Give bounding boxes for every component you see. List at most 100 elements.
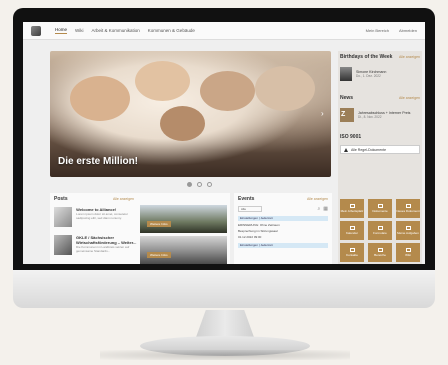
search-icon[interactable]: ⌕ [317,206,320,212]
top-right-links: Mein Bereich Abmelden [366,28,417,33]
iso-box-text: Alle Regel-Dokumente [351,147,387,152]
post-item[interactable]: GKLE / Sächsischer Wirtschaftsförderung … [54,235,140,255]
post-text: Lorem ipsum dolor sit amet, consetetur s… [76,212,129,220]
events-header: Events Alle anzeigen [234,193,332,202]
calendar-icon [349,225,355,230]
tile-label: Wiki [405,252,411,257]
tile-label: Neues Dokument [396,208,420,213]
birthdays-more-link[interactable]: Alle anzeigen [399,55,420,59]
tile-areas[interactable]: Bereiche [368,243,392,262]
birthdays-title: Birthdays of the Week [340,54,393,60]
carousel-dot[interactable] [187,182,192,187]
carousel-dot[interactable] [197,182,202,187]
events-panel: Events Alle anzeigen Alle ⌕ ▦ Einstellun… [234,193,332,264]
news-thumbnail: Z [340,108,354,122]
tile-calendar[interactable]: Kalender [340,221,364,240]
tile-contacts[interactable]: Kontakte [340,243,364,262]
carousel-dots [187,182,212,187]
post-item[interactable]: Welcome to Alliance! Lorem ipsum dolor s… [54,207,140,227]
events-title: Events [238,196,255,202]
event-line[interactable]: ERINNERUNG: Ohne Zeitraum [238,223,328,227]
tile-wiki[interactable]: Wiki [396,243,420,262]
news-title: News [340,95,354,101]
folder-icon [377,247,383,252]
carousel-dot[interactable] [207,182,212,187]
tile-label: Kontakte [346,252,358,257]
workplace-icon [349,203,355,208]
event-line: 01.12.2022 09:00 [238,235,262,239]
hand-shape [160,106,205,141]
tile-label: Bereiche [374,252,386,257]
tile-label: Mein Arbeitsplatz [340,208,364,213]
hand-shape [135,61,190,101]
monitor-chin [13,270,435,308]
post-text: Die Kommunen im Landkreis setzen auf gem… [76,245,130,253]
posts-title: Posts [54,196,68,202]
plus-icon [405,203,411,208]
document-icon [377,203,383,208]
events-filter-select[interactable]: Alle [238,205,262,212]
nav-wiki[interactable]: Wiki [75,28,84,33]
birthday-person[interactable]: Simone Kirchmann Do., 1. Dez. 2022 [340,67,420,81]
hand-shape [255,66,315,111]
event-tag: Einstellungen | Jederzeit [238,216,328,221]
form-icon [377,225,383,230]
tile-label: Meine Aufgaben [397,230,419,235]
tile-label: Kalender [345,230,358,235]
task-icon [405,225,411,230]
nav-home[interactable]: Home [55,27,68,34]
news-more-link[interactable]: Alle anzeigen [399,96,420,100]
tile-forms[interactable]: Formulare [368,221,392,240]
posts-more-link[interactable]: Alle anzeigen [113,197,134,201]
my-area-link[interactable]: Mein Bereich [366,28,389,33]
tile-tasks[interactable]: Meine Aufgaben [396,221,420,240]
logout-link[interactable]: Abmelden [399,28,417,33]
tile-workplace[interactable]: Mein Arbeitsplatz [340,199,364,218]
screen: Home Wiki Arbeit & Kommunikation Kommune… [23,22,425,264]
iso-documents-link[interactable]: Alle Regel-Dokumente [340,145,420,154]
events-more-link[interactable]: Alle anzeigen [307,197,328,201]
hero-title: Die erste Million! [58,156,139,167]
tile-documents[interactable]: Dokumente [368,199,392,218]
warning-icon [344,147,348,152]
book-icon [405,247,411,252]
chevron-right-icon[interactable]: › [321,109,329,119]
group-photo[interactable]: Weitere Infos [140,205,227,233]
contacts-icon [349,247,355,252]
post-title: GKLE / Sächsischer Wirtschaftsförderung … [76,235,137,245]
posts-header: Posts Alle anzeigen [50,193,230,202]
tile-new-document[interactable]: Neues Dokument [396,199,420,218]
iso-title: ISO 9001 [340,134,362,140]
events-filter: Alle ⌕ ▦ [238,205,328,212]
birthdays-header: Birthdays of the Week Alle anzeigen [338,54,422,60]
photo-label[interactable]: Weitere Infos [147,221,171,227]
photo[interactable]: Weitere Infos [140,236,227,264]
posts-panel: Posts Alle anzeigen Welcome to Alliance!… [50,193,230,264]
news-item[interactable]: Z Jahresabschluss + Interner Preis Di., … [340,108,420,122]
monitor: Home Wiki Arbeit & Kommunikation Kommune… [13,8,435,308]
iso-header: ISO 9001 [338,134,422,140]
post-thumbnail [54,207,73,227]
news-item-date: Di., 8. Nov. 2022 [358,115,382,119]
nav-kommunen[interactable]: Kommunen & Gebäude [148,28,195,33]
photo-label[interactable]: Weitere Infos [147,252,171,258]
hand-shape [70,76,130,121]
right-sidebar: Birthdays of the Week Alle anzeigen Simo… [338,51,422,264]
nav-arbeit[interactable]: Arbeit & Kommunikation [92,28,140,33]
monitor-shadow [100,350,350,360]
tile-label: Dokumente [372,208,388,213]
hero-carousel[interactable]: Die erste Million! › [50,51,331,177]
calendar-icon[interactable]: ▦ [323,206,328,212]
avatar [340,67,352,81]
hand-shape [200,71,255,111]
event-tag: Einstellungen | Jederzeit [238,243,328,248]
logo-icon[interactable] [31,25,41,36]
top-navigation: Home Wiki Arbeit & Kommunikation Kommune… [23,22,425,40]
person-date: Do., 1. Dez. 2022 [356,74,381,78]
event-line: Besprechung im Sitzungssaal [238,229,278,233]
quick-tiles: Mein Arbeitsplatz Dokumente Neues Dokume… [340,199,420,264]
tile-label: Formulare [373,230,387,235]
monitor-bezel: Home Wiki Arbeit & Kommunikation Kommune… [13,8,435,270]
post-thumbnail [54,235,73,255]
news-header: News Alle anzeigen [338,95,422,101]
